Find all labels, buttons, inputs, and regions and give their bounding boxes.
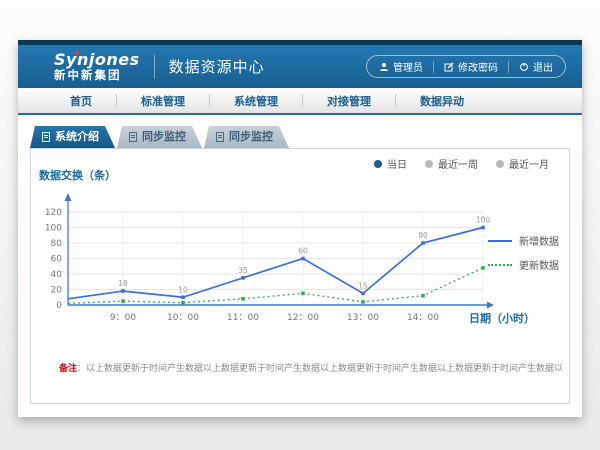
app-window: Synjones 新中新集团 数据资源中心 管理员 修改密码 [18, 40, 582, 417]
svg-text:80: 80 [418, 231, 428, 240]
line-chart: 0 20 40 60 80 100 120 9：00 10：00 11：00 12：00 13：00 1… [31, 149, 565, 381]
user-icon [379, 62, 389, 72]
svg-text:10: 10 [178, 285, 188, 294]
header-divider [154, 55, 155, 79]
svg-text:40: 40 [51, 270, 63, 280]
power-icon [519, 62, 529, 72]
app-header: Synjones 新中新集团 数据资源中心 管理员 修改密码 [18, 45, 582, 88]
footnote-prefix: 备注 [59, 364, 77, 374]
legend-item-updated-data: 更新数据 [488, 257, 559, 272]
svg-text:100: 100 [476, 216, 491, 225]
tab-label: 系统介绍 [55, 126, 99, 148]
svg-text:10：00: 10：00 [167, 313, 199, 323]
change-password-button[interactable]: 修改密码 [444, 59, 498, 74]
nav-item-data-change[interactable]: 数据异动 [396, 93, 488, 109]
chart-panel: 当日 最近一周 最近一月 0204060801001209：0010：0011：… [30, 148, 570, 404]
user-account-button[interactable]: 管理员 [379, 59, 423, 74]
user-menu: 管理员 修改密码 退出 [366, 55, 566, 78]
tab-label: 同步监控 [229, 126, 273, 148]
legend-item-new-data: 新增数据 [488, 233, 559, 248]
series-0: 18 10 35 60 15 80 100 [68, 216, 490, 300]
green-dotted-line-icon [488, 264, 512, 266]
logo-text: Synjones [54, 52, 140, 69]
main-nav: 首页 标准管理 系统管理 对接管理 数据异动 [18, 88, 582, 115]
tab-bar: 系统介绍 同步监控 同步监控 [30, 126, 289, 148]
tab-system-intro[interactable]: 系统介绍 [30, 126, 115, 148]
svg-text:60: 60 [298, 247, 308, 256]
blue-line-icon [488, 240, 512, 242]
legend-label: 新增数据 [519, 233, 559, 248]
svg-text:0: 0 [56, 301, 62, 311]
svg-text:9：00: 9：00 [110, 313, 136, 323]
svg-text:13：00: 13：00 [347, 313, 379, 323]
user-menu-divider [433, 61, 434, 73]
nav-item-standard-management[interactable]: 标准管理 [117, 93, 209, 109]
tab-label: 同步监控 [142, 126, 186, 148]
series-1 [68, 266, 485, 304]
svg-text:60: 60 [51, 255, 63, 265]
document-icon [42, 132, 50, 142]
logout-button[interactable]: 退出 [519, 59, 553, 74]
svg-text:12：00: 12：00 [287, 313, 319, 323]
footnote: 备注：以上数据更新于时间产生数据以上数据更新于时间产生数据以上数据更新于时间产生… [59, 361, 563, 374]
nav-item-home[interactable]: 首页 [46, 93, 116, 109]
chart-legend: 新增数据 更新数据 [488, 233, 559, 281]
logo-subtext: 新中新集团 [54, 69, 140, 81]
tab-sync-monitor-2[interactable]: 同步监控 [204, 126, 289, 148]
svg-text:120: 120 [45, 208, 62, 218]
svg-text:15: 15 [358, 281, 368, 290]
company-logo: Synjones 新中新集团 [54, 52, 140, 81]
svg-text:18: 18 [118, 279, 128, 288]
document-icon [129, 132, 137, 142]
tab-sync-monitor-1[interactable]: 同步监控 [117, 126, 202, 148]
svg-text:11：00: 11：00 [227, 313, 259, 323]
svg-text:80: 80 [51, 239, 63, 249]
logout-label: 退出 [533, 59, 553, 74]
svg-text:14：00: 14：00 [407, 313, 439, 323]
content-area: 系统介绍 同步监控 同步监控 当日 最近一周 [18, 115, 582, 417]
svg-text:100: 100 [45, 224, 62, 234]
nav-item-system-management[interactable]: 系统管理 [210, 93, 302, 109]
change-password-label: 修改密码 [458, 59, 498, 74]
nav-item-interface-management[interactable]: 对接管理 [303, 93, 395, 109]
y-axis-title: 数据交换（条） [39, 168, 116, 182]
page-title: 数据资源中心 [169, 56, 265, 77]
legend-label: 更新数据 [519, 257, 559, 272]
document-icon [216, 132, 224, 142]
edit-icon [444, 62, 454, 72]
user-menu-divider [508, 61, 509, 73]
x-axis-title: 日期（小时） [469, 311, 535, 325]
svg-text:20: 20 [51, 286, 63, 296]
svg-text:35: 35 [238, 266, 248, 275]
footnote-text: ：以上数据更新于时间产生数据以上数据更新于时间产生数据以上数据更新于时间产生数据… [77, 364, 563, 374]
user-account-label: 管理员 [393, 59, 423, 74]
